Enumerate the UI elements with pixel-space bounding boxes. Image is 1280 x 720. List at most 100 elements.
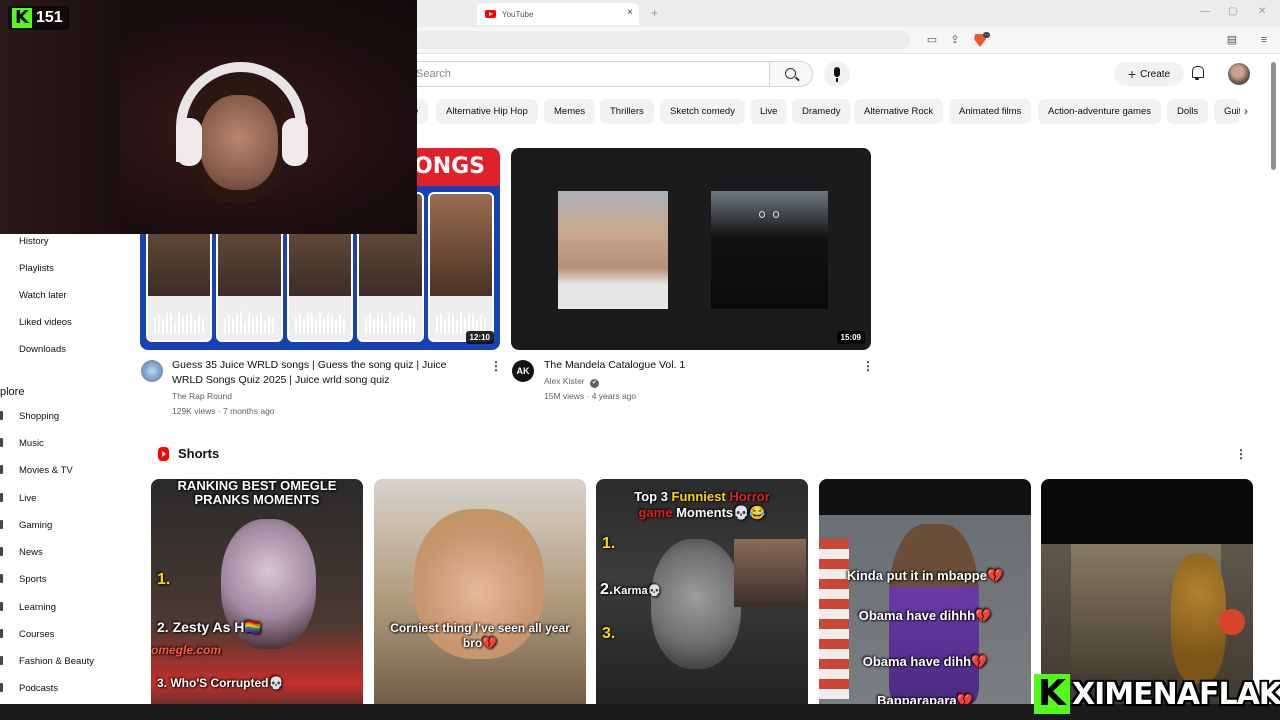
chip-dramedy[interactable]: Dramedy bbox=[792, 99, 851, 124]
sidebar-item-liked-videos[interactable]: Liked videos bbox=[19, 317, 72, 328]
browser-menu-icon[interactable]: ≡ bbox=[1257, 33, 1271, 47]
account-avatar[interactable] bbox=[1228, 63, 1250, 85]
headphone-cup-left bbox=[176, 118, 202, 166]
video-duration: 15:09 bbox=[836, 331, 865, 344]
chevron-right-icon[interactable]: › bbox=[1244, 104, 1248, 118]
thumbnail-banner: ONGS bbox=[410, 148, 500, 186]
channel-name[interactable]: The Rap Round bbox=[172, 391, 232, 401]
url-field[interactable] bbox=[400, 31, 910, 49]
create-button[interactable]: + Create bbox=[1114, 62, 1184, 86]
kick-logo-icon: K bbox=[1034, 674, 1070, 714]
short-rank: 2. Zesty As H🏳️‍🌈 bbox=[157, 619, 262, 635]
channel-name-text: Alex Kister bbox=[544, 376, 585, 386]
sidebar-item-playlists[interactable]: Playlists bbox=[19, 263, 54, 274]
short-caption-line: Kinda put it in mbappe💔 bbox=[846, 568, 1004, 583]
video-title-line: Guess 35 Juice WRLD songs | Guess the so… bbox=[172, 359, 447, 371]
live-icon bbox=[0, 493, 3, 502]
streamer-name: XIMENAFLAKA bbox=[1072, 676, 1280, 712]
movies-icon bbox=[0, 465, 3, 474]
sports-icon bbox=[0, 574, 3, 583]
sidebar-item-courses[interactable]: Courses bbox=[19, 629, 54, 640]
video-views-age: 15M views · 4 years ago bbox=[544, 391, 637, 401]
new-tab-button[interactable]: + bbox=[651, 6, 658, 20]
sidebar-item-live[interactable]: Live bbox=[19, 493, 36, 504]
page-scrollbar[interactable] bbox=[1271, 62, 1276, 170]
sidebar-item-podcasts[interactable]: Podcasts bbox=[19, 683, 58, 694]
sidebar-item-shopping[interactable]: Shopping bbox=[19, 411, 59, 422]
short-title: RANKING BEST OMEGLE PRANKS MOMENTS bbox=[177, 479, 337, 507]
channel-name[interactable]: Alex Kister ✔ bbox=[544, 376, 599, 388]
sidebar-item-downloads[interactable]: Downloads bbox=[19, 344, 66, 355]
close-window-icon[interactable]: ✕ bbox=[1258, 6, 1266, 17]
sidebar-item-music[interactable]: Music bbox=[19, 438, 44, 449]
viewer-count: 151 bbox=[36, 9, 63, 26]
search-input[interactable]: Search bbox=[400, 61, 770, 87]
youtube-favicon-icon bbox=[485, 10, 496, 18]
plus-icon: + bbox=[1127, 66, 1137, 82]
podcasts-icon bbox=[0, 683, 3, 692]
channel-avatar[interactable] bbox=[141, 360, 163, 382]
video-duration: 12:10 bbox=[465, 331, 494, 344]
courses-icon bbox=[0, 629, 3, 638]
music-icon bbox=[0, 438, 3, 447]
title-part: Funniest bbox=[671, 489, 730, 504]
notifications-bell-icon[interactable] bbox=[1191, 66, 1204, 80]
webcam-overlay: K 151 bbox=[0, 0, 417, 234]
search-icon[interactable] bbox=[769, 61, 813, 87]
shorts-icon bbox=[158, 447, 169, 461]
video-thumbnail-mandela-catalogue[interactable]: 15:09 bbox=[511, 148, 871, 350]
chip-dolls[interactable]: Dolls bbox=[1167, 99, 1209, 124]
chip-alternative-rock[interactable]: Alternative Rock bbox=[854, 99, 944, 124]
chip-thrillers[interactable]: Thrillers bbox=[600, 99, 654, 124]
microphone-icon[interactable] bbox=[824, 61, 850, 87]
cast-icon[interactable]: ▭ bbox=[925, 33, 939, 47]
shorts-more-icon[interactable]: ⋮ bbox=[1235, 447, 1247, 461]
tab-close-icon[interactable]: × bbox=[627, 7, 633, 18]
chip-memes[interactable]: Memes bbox=[544, 99, 596, 124]
chip-live[interactable]: Live bbox=[750, 99, 788, 124]
minimize-icon[interactable]: — bbox=[1200, 6, 1210, 17]
short-rank: 2.Karma💀 bbox=[600, 581, 661, 599]
sidebar-item-movies-tv[interactable]: Movies & TV bbox=[19, 465, 73, 476]
short-obama-mbappe[interactable]: Kinda put it in mbappe💔 Obama have dihhh… bbox=[819, 479, 1031, 720]
video-title[interactable]: Guess 35 Juice WRLD songs | Guess the so… bbox=[172, 358, 472, 388]
viewer-count-badge: K 151 bbox=[8, 6, 69, 30]
video-title[interactable]: The Mandela Catalogue Vol. 1 bbox=[544, 358, 844, 373]
short-rank: 1. bbox=[602, 535, 616, 552]
chip-guitar[interactable]: Guit bbox=[1214, 99, 1240, 124]
short-corniest-thing[interactable]: Corniest thing I've seen all year bro💔 bbox=[374, 479, 586, 720]
restore-icon[interactable]: ▢ bbox=[1228, 6, 1237, 17]
learning-icon bbox=[0, 602, 3, 611]
tab-title: YouTube bbox=[502, 9, 534, 19]
title-part: Top 3 bbox=[634, 489, 672, 504]
sidebar-explore-heading: plore bbox=[0, 386, 25, 398]
more-options-icon[interactable]: ⋮ bbox=[862, 359, 874, 373]
chip-alternative-hip-hop[interactable]: Alternative Hip Hop bbox=[436, 99, 538, 124]
sidebar-item-watch-later[interactable]: Watch later bbox=[19, 290, 67, 301]
sidebar-item-gaming[interactable]: Gaming bbox=[19, 520, 52, 531]
sidebar-toggle-icon[interactable]: ▤ bbox=[1225, 33, 1239, 47]
more-options-icon[interactable]: ⋮ bbox=[490, 359, 502, 373]
channel-avatar[interactable]: AK bbox=[512, 360, 534, 382]
streamer-watermark: K XIMENAFLAKA bbox=[1034, 672, 1280, 716]
title-part: Horror bbox=[729, 489, 770, 504]
chip-animated-films[interactable]: Animated films bbox=[949, 99, 1032, 124]
short-rank: 1. bbox=[157, 571, 171, 588]
sidebar-item-learning[interactable]: Learning bbox=[19, 602, 56, 613]
sidebar-item-history[interactable]: History bbox=[19, 236, 49, 247]
share-icon[interactable]: ⇪ bbox=[948, 33, 962, 47]
tab-youtube[interactable]: YouTube × bbox=[477, 3, 639, 25]
thumbnail-shadow-figure bbox=[711, 191, 828, 309]
news-icon bbox=[0, 547, 3, 556]
chip-action-adventure-games[interactable]: Action-adventure games bbox=[1038, 99, 1161, 124]
sidebar-item-fashion-beauty[interactable]: Fashion & Beauty bbox=[19, 656, 94, 667]
sidebar-item-sports[interactable]: Sports bbox=[19, 574, 46, 585]
sidebar-item-news[interactable]: News bbox=[19, 547, 43, 558]
short-omegle-pranks[interactable]: RANKING BEST OMEGLE PRANKS MOMENTS 1. 2.… bbox=[151, 479, 363, 720]
short-caption-line: Obama have dihh💔 bbox=[862, 654, 988, 669]
rank-number: 2. bbox=[600, 581, 614, 598]
chip-sketch-comedy[interactable]: Sketch comedy bbox=[660, 99, 745, 124]
short-rank: 3. Who'S Corrupted💀 bbox=[157, 676, 284, 690]
short-horror-moments[interactable]: Top 3 Funniest Horror game Moments💀😂 1. … bbox=[596, 479, 808, 720]
title-part: game bbox=[638, 505, 673, 520]
